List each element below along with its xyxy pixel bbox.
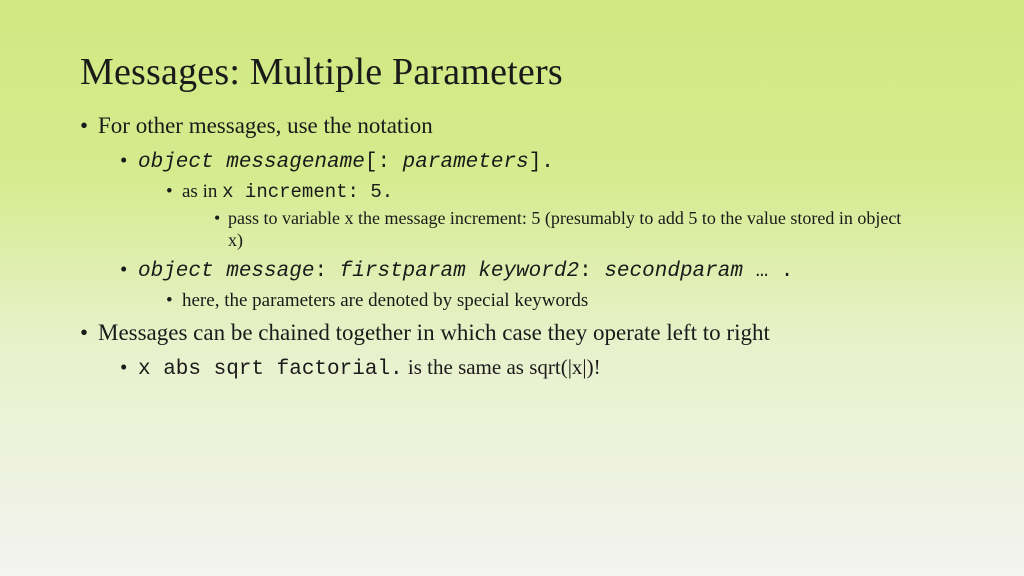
code-text: : bbox=[579, 260, 604, 283]
code-text: x abs sqrt factorial. bbox=[138, 358, 403, 381]
bullet-1: For other messages, use the notation obj… bbox=[80, 112, 954, 313]
code-text: … . bbox=[756, 260, 794, 283]
code-text: parameters bbox=[390, 151, 529, 174]
bullet-1-text: For other messages, use the notation bbox=[98, 113, 433, 138]
code-text: firstparam keyword2 bbox=[340, 260, 579, 283]
code-text: object messagename bbox=[138, 151, 365, 174]
bullet-1-1-1: as in x increment: 5. pass to variable x… bbox=[166, 180, 954, 252]
bullet-1-1-1-1: pass to variable x the message increment… bbox=[214, 207, 908, 252]
text: is the same as sqrt(|x|)! bbox=[403, 355, 601, 379]
code-text: ]. bbox=[529, 151, 554, 174]
content-list: For other messages, use the notation obj… bbox=[80, 112, 954, 383]
code-text: secondparam bbox=[604, 260, 755, 283]
bullet-2-1: x abs sqrt factorial. is the same as sqr… bbox=[120, 354, 954, 383]
bullet-2-text: Messages can be chained together in whic… bbox=[98, 320, 770, 345]
bullet-1-1: object messagename[: parameters]. as in … bbox=[120, 147, 954, 252]
text: as in bbox=[182, 181, 222, 202]
slide-title: Messages: Multiple Parameters bbox=[80, 50, 954, 94]
code-text: object message bbox=[138, 260, 314, 283]
bullet-2: Messages can be chained together in whic… bbox=[80, 319, 954, 383]
bullet-1-2: object message: firstparam keyword2: sec… bbox=[120, 256, 954, 313]
code-text: x increment: 5. bbox=[222, 181, 393, 203]
bullet-1-2-1: here, the parameters are denoted by spec… bbox=[166, 289, 954, 313]
code-text: [: bbox=[365, 151, 390, 174]
code-text: : bbox=[314, 260, 339, 283]
slide: Messages: Multiple Parameters For other … bbox=[0, 0, 1024, 576]
